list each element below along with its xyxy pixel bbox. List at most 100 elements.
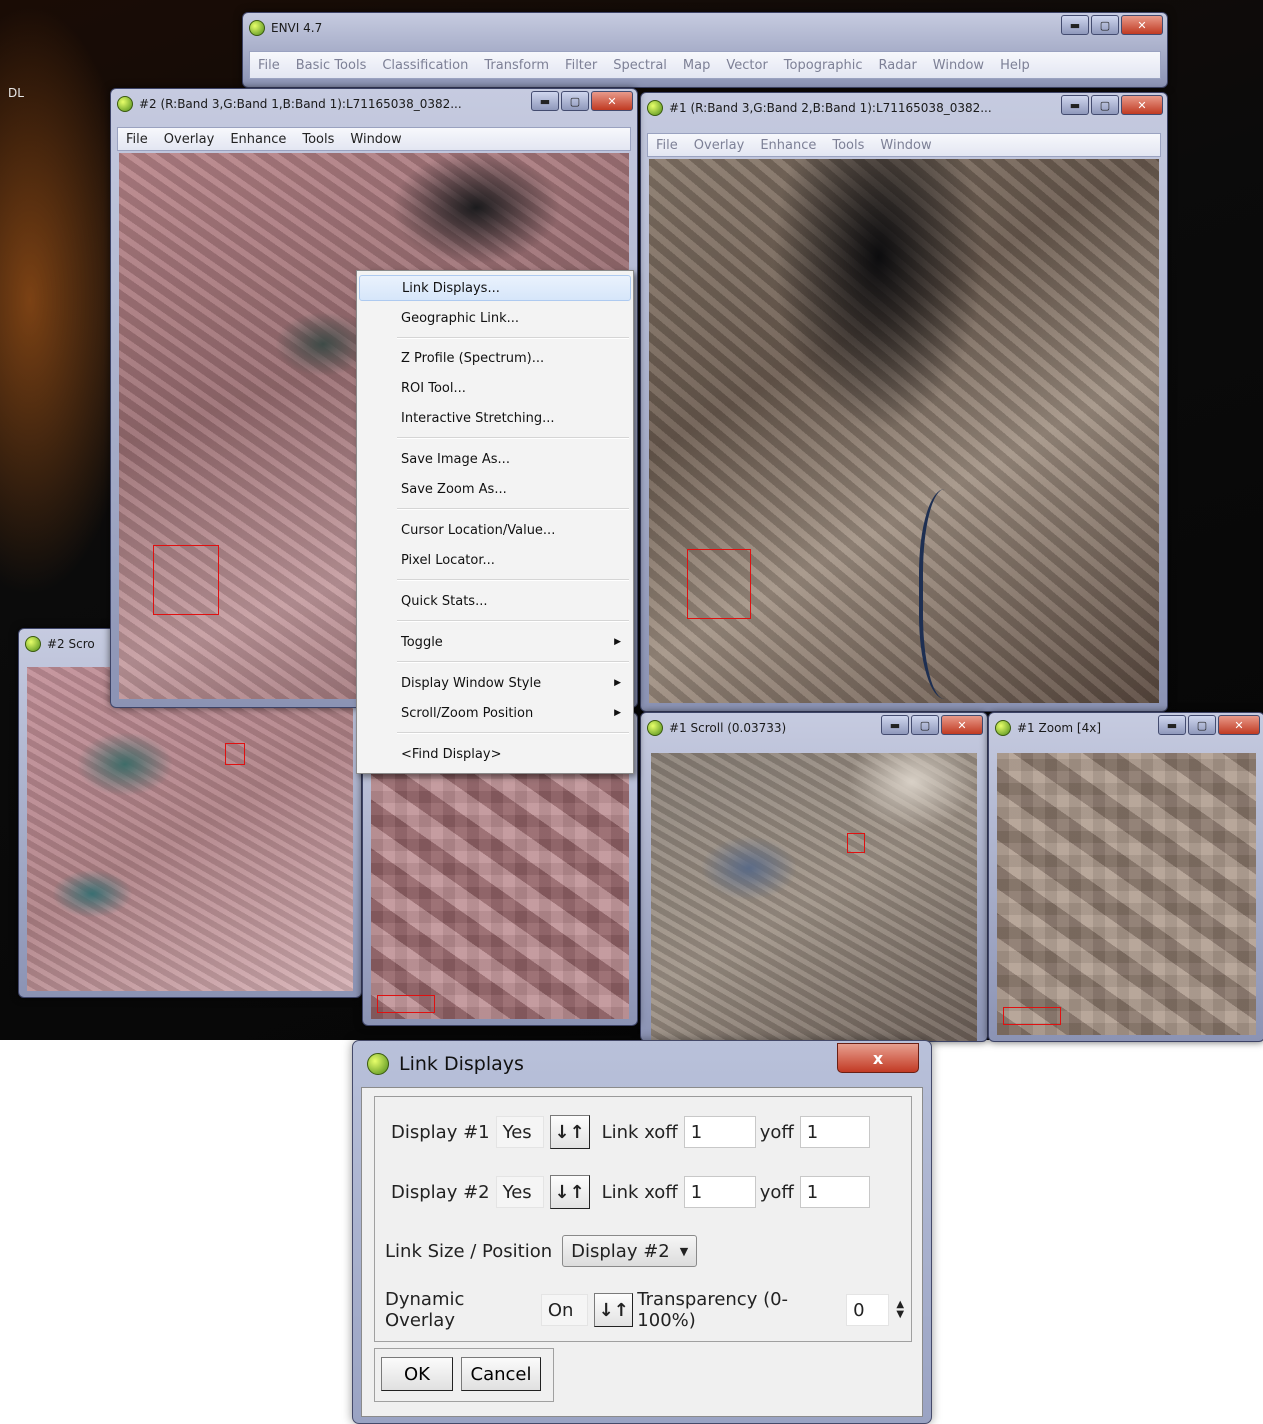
menu-file[interactable]: File xyxy=(250,58,288,73)
zoom1-image[interactable] xyxy=(997,753,1256,1035)
transparency-spinner-icon[interactable]: ▲ ▼ xyxy=(889,1294,911,1326)
menu-item-label: Save Zoom As... xyxy=(401,481,507,497)
display2-menu-tools[interactable]: Tools xyxy=(294,132,342,147)
scroll1-image[interactable] xyxy=(651,753,977,1041)
display2-xoff-input[interactable]: 1 xyxy=(683,1176,756,1208)
minimize-icon[interactable]: ▬ xyxy=(1061,95,1089,115)
desktop-label: DL xyxy=(8,86,24,100)
menu-item-quick-stats[interactable]: Quick Stats... xyxy=(359,588,631,614)
envi-main-window: ENVI 4.7 ▬ ▢ ✕ File Basic Tools Classifi… xyxy=(242,12,1168,88)
menu-vector[interactable]: Vector xyxy=(718,58,775,73)
menu-item-roi-tool[interactable]: ROI Tool... xyxy=(359,375,631,401)
minimize-icon[interactable]: ▬ xyxy=(881,715,909,735)
zoom1-titlebar[interactable]: #1 Zoom [4x] xyxy=(995,717,1134,739)
menu-item-link-displays[interactable]: Link Displays... xyxy=(359,275,631,301)
menu-basic-tools[interactable]: Basic Tools xyxy=(288,58,375,73)
dialog-titlebar[interactable]: Link Displays xyxy=(367,1053,524,1075)
scroll1-window-controls: ▬ ▢ ✕ xyxy=(881,715,983,735)
display1-menu-window[interactable]: Window xyxy=(872,138,939,153)
display2-yoff-input[interactable]: 1 xyxy=(799,1176,870,1208)
maximize-icon[interactable]: ▢ xyxy=(1188,715,1216,735)
close-icon[interactable]: ✕ xyxy=(1121,15,1163,35)
display1-xoff-input[interactable]: 1 xyxy=(683,1116,756,1148)
close-icon[interactable]: ✕ xyxy=(1121,95,1163,115)
river xyxy=(919,489,983,699)
display1-titlebar[interactable]: #1 (R:Band 3,G:Band 2,B:Band 1):L7116503… xyxy=(647,97,1037,119)
zoom-control-indicator[interactable] xyxy=(377,995,435,1013)
menu-radar[interactable]: Radar xyxy=(871,58,925,73)
menu-map[interactable]: Map xyxy=(675,58,718,73)
minimize-icon[interactable]: ▬ xyxy=(531,91,559,111)
menu-item-display-window-style[interactable]: Display Window Style ▶ xyxy=(359,670,631,696)
menu-spectral[interactable]: Spectral xyxy=(605,58,675,73)
zoom-box-indicator[interactable] xyxy=(687,549,751,619)
dynamic-overlay-toggle-button[interactable]: ↓↑ xyxy=(594,1293,634,1327)
zoom-control-indicator[interactable] xyxy=(1003,1007,1061,1025)
menu-item-find-display[interactable]: <Find Display> xyxy=(359,741,631,767)
menu-item-label: Pixel Locator... xyxy=(401,552,495,568)
menu-item-geographic-link[interactable]: Geographic Link... xyxy=(359,305,631,331)
display1-image[interactable] xyxy=(649,159,1159,703)
menu-item-cursor-location[interactable]: Cursor Location/Value... xyxy=(359,517,631,543)
maximize-icon[interactable]: ▢ xyxy=(561,91,589,111)
display2-menu-file[interactable]: File xyxy=(118,132,156,147)
cancel-button[interactable]: Cancel xyxy=(461,1357,541,1391)
display1-menu-overlay[interactable]: Overlay xyxy=(686,138,753,153)
menu-item-save-zoom-as[interactable]: Save Zoom As... xyxy=(359,476,631,502)
minimize-icon[interactable]: ▬ xyxy=(1061,15,1089,35)
display1-menu-enhance[interactable]: Enhance xyxy=(752,138,824,153)
scroll1-titlebar[interactable]: #1 Scroll (0.03733) xyxy=(647,717,837,739)
menu-item-label: Cursor Location/Value... xyxy=(401,522,556,538)
display2-toggle-button[interactable]: ↓↑ xyxy=(549,1175,590,1209)
menu-item-interactive-stretching[interactable]: Interactive Stretching... xyxy=(359,405,631,431)
display2-menu-enhance[interactable]: Enhance xyxy=(222,132,294,147)
maximize-icon[interactable]: ▢ xyxy=(1091,15,1119,35)
menu-item-pixel-locator[interactable]: Pixel Locator... xyxy=(359,547,631,573)
menu-separator xyxy=(397,337,629,339)
envi-app-icon xyxy=(25,636,41,652)
display2-menu-overlay[interactable]: Overlay xyxy=(156,132,223,147)
menu-classification[interactable]: Classification xyxy=(374,58,476,73)
transparency-input[interactable]: 0 xyxy=(846,1294,890,1326)
menu-separator xyxy=(397,579,629,581)
envi-main-title: ENVI 4.7 xyxy=(271,21,323,35)
display1-toggle-button[interactable]: ↓↑ xyxy=(549,1115,590,1149)
zoom1-window: #1 Zoom [4x] ▬ ▢ ✕ xyxy=(988,712,1263,1042)
chevron-down-icon: ▼ xyxy=(679,1244,689,1258)
display2-titlebar[interactable]: #2 (R:Band 3,G:Band 1,B:Band 1):L7116503… xyxy=(117,93,497,115)
menu-item-save-image-as[interactable]: Save Image As... xyxy=(359,446,631,472)
envi-app-icon xyxy=(249,20,265,36)
menu-window[interactable]: Window xyxy=(925,58,992,73)
display2-menu-window[interactable]: Window xyxy=(342,132,409,147)
display1-menu-file[interactable]: File xyxy=(648,138,686,153)
display1-menu-tools[interactable]: Tools xyxy=(824,138,872,153)
ok-button[interactable]: OK xyxy=(381,1357,453,1391)
zoom-box-indicator[interactable] xyxy=(847,833,865,853)
close-icon[interactable]: ✕ xyxy=(1218,715,1260,735)
maximize-icon[interactable]: ▢ xyxy=(1091,95,1119,115)
zoom-box-indicator[interactable] xyxy=(153,545,219,615)
close-icon[interactable]: ✕ xyxy=(591,91,633,111)
close-icon[interactable]: ✕ xyxy=(941,715,983,735)
menu-item-toggle[interactable]: Toggle ▶ xyxy=(359,629,631,655)
scroll2-image[interactable] xyxy=(27,667,353,991)
menu-item-z-profile[interactable]: Z Profile (Spectrum)... xyxy=(359,345,631,371)
dialog-title: Link Displays xyxy=(399,1053,524,1075)
zoom-box-indicator[interactable] xyxy=(225,743,245,765)
menu-help[interactable]: Help xyxy=(992,58,1038,73)
menu-filter[interactable]: Filter xyxy=(557,58,605,73)
envi-main-titlebar[interactable]: ENVI 4.7 xyxy=(249,17,1161,39)
dynamic-overlay-label: Dynamic Overlay xyxy=(385,1289,465,1331)
link-size-select[interactable]: Display #2 ▼ xyxy=(562,1235,698,1267)
close-icon[interactable]: x xyxy=(837,1043,919,1073)
menu-topographic[interactable]: Topographic xyxy=(776,58,871,73)
display1-link-row: Display #1 Yes ↓↑ Link xoff 1 yoff 1 xyxy=(391,1115,870,1149)
maximize-icon[interactable]: ▢ xyxy=(911,715,939,735)
tools-dropdown-menu: Link Displays... Geographic Link... Z Pr… xyxy=(356,270,634,774)
minimize-icon[interactable]: ▬ xyxy=(1158,715,1186,735)
menu-transform[interactable]: Transform xyxy=(476,58,557,73)
display1-yoff-input[interactable]: 1 xyxy=(799,1116,870,1148)
menu-item-label: <Find Display> xyxy=(401,746,502,762)
menu-item-scroll-zoom-position[interactable]: Scroll/Zoom Position ▶ xyxy=(359,700,631,726)
menu-item-label: Toggle xyxy=(401,634,443,650)
